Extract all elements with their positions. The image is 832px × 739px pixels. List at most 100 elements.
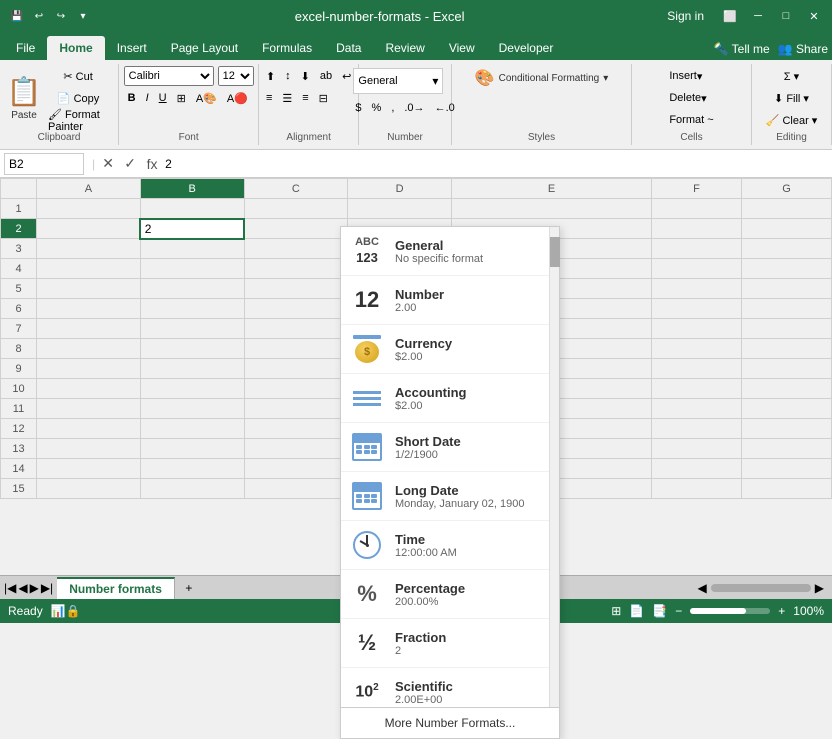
cell-A14[interactable] — [37, 459, 141, 479]
cell-G2[interactable] — [742, 219, 832, 239]
cell-A15[interactable] — [37, 479, 141, 499]
cell-C2[interactable] — [244, 219, 348, 239]
save-icon[interactable]: 💾 — [8, 7, 26, 25]
cell-B9[interactable] — [140, 359, 244, 379]
cell-G13[interactable] — [742, 439, 832, 459]
orientation-button[interactable]: ab — [316, 66, 336, 86]
cell-G6[interactable] — [742, 299, 832, 319]
tab-home[interactable]: Home — [47, 36, 104, 60]
scrollbar-thumb[interactable] — [550, 237, 560, 267]
cell-A6[interactable] — [37, 299, 141, 319]
signin-button[interactable]: Sign in — [667, 9, 704, 23]
cell-B7[interactable] — [140, 319, 244, 339]
sheet-nav-last[interactable]: ▶| — [41, 581, 53, 595]
cell-F13[interactable] — [652, 439, 742, 459]
cell-B14[interactable] — [140, 459, 244, 479]
cell-G15[interactable] — [742, 479, 832, 499]
formula-input[interactable] — [161, 157, 828, 171]
format-item-fraction[interactable]: ½Fraction2 — [341, 619, 549, 668]
customize-icon[interactable]: ▾ — [74, 7, 92, 25]
cell-A13[interactable] — [37, 439, 141, 459]
zoom-out-icon[interactable]: − — [675, 604, 682, 618]
cell-F9[interactable] — [652, 359, 742, 379]
delete-button[interactable]: Delete ▾ — [665, 88, 710, 108]
percent-style-button[interactable]: % — [368, 98, 386, 118]
number-format-selector[interactable]: General ▾ — [353, 68, 443, 94]
cell-B2[interactable]: 2 — [140, 219, 244, 239]
cell-C1[interactable] — [244, 199, 348, 219]
cell-C8[interactable] — [244, 339, 348, 359]
align-middle-button[interactable]: ↕ — [281, 66, 295, 86]
insert-button[interactable]: Insert ▾ — [665, 66, 706, 86]
comma-style-button[interactable]: , — [387, 98, 398, 118]
cut-button[interactable]: ✂ Cut — [44, 66, 112, 86]
tab-review[interactable]: Review — [373, 36, 436, 60]
view-page-break-icon[interactable]: 📑 — [652, 604, 667, 618]
cell-F11[interactable] — [652, 399, 742, 419]
cell-D1[interactable] — [348, 199, 452, 219]
cell-B5[interactable] — [140, 279, 244, 299]
sheet-tab-number-formats[interactable]: Number formats — [57, 577, 175, 599]
close-button[interactable]: ✕ — [804, 6, 824, 26]
cell-B13[interactable] — [140, 439, 244, 459]
cell-B11[interactable] — [140, 399, 244, 419]
cell-A9[interactable] — [37, 359, 141, 379]
cell-G1[interactable] — [742, 199, 832, 219]
cell-G7[interactable] — [742, 319, 832, 339]
align-bottom-button[interactable]: ⬇ — [297, 66, 314, 86]
cell-A7[interactable] — [37, 319, 141, 339]
copy-button[interactable]: 📄 Copy — [44, 88, 112, 108]
format-item-long_date[interactable]: Long DateMonday, January 02, 1900 — [341, 472, 549, 521]
cell-A4[interactable] — [37, 259, 141, 279]
cell-A12[interactable] — [37, 419, 141, 439]
sheet-nav-next[interactable]: ▶ — [30, 581, 39, 595]
cell-A8[interactable] — [37, 339, 141, 359]
cell-F2[interactable] — [652, 219, 742, 239]
format-button[interactable]: Format ~ — [665, 110, 717, 130]
align-top-button[interactable]: ⬆ — [262, 66, 279, 86]
cell-C3[interactable] — [244, 239, 348, 259]
cell-A1[interactable] — [37, 199, 141, 219]
cell-F15[interactable] — [652, 479, 742, 499]
underline-button[interactable]: U — [155, 88, 171, 108]
paste-button[interactable]: 📋 Paste — [6, 68, 42, 128]
cell-B8[interactable] — [140, 339, 244, 359]
cell-C6[interactable] — [244, 299, 348, 319]
cell-F8[interactable] — [652, 339, 742, 359]
cell-G4[interactable] — [742, 259, 832, 279]
format-painter-button[interactable]: 🖌 Format Painter — [44, 110, 112, 130]
border-button[interactable]: ⊞ — [173, 88, 190, 108]
cell-F3[interactable] — [652, 239, 742, 259]
format-item-currency[interactable]: $ Currency$2.00 — [341, 325, 549, 374]
cell-B6[interactable] — [140, 299, 244, 319]
font-color-button[interactable]: A🔴 — [223, 88, 252, 108]
format-item-time[interactable]: Time12:00:00 AM — [341, 521, 549, 570]
align-center-button[interactable]: ☰ — [278, 88, 296, 108]
cell-E1[interactable] — [452, 199, 652, 219]
cell-C9[interactable] — [244, 359, 348, 379]
cell-C4[interactable] — [244, 259, 348, 279]
tab-formulas[interactable]: Formulas — [250, 36, 324, 60]
cell-F4[interactable] — [652, 259, 742, 279]
currency-style-button[interactable]: $ — [351, 98, 365, 118]
cell-C11[interactable] — [244, 399, 348, 419]
cell-A10[interactable] — [37, 379, 141, 399]
format-item-scientific[interactable]: 102Scientific2.00E+00 — [341, 668, 549, 707]
name-box[interactable] — [4, 153, 84, 175]
cell-G12[interactable] — [742, 419, 832, 439]
cell-F14[interactable] — [652, 459, 742, 479]
ribbon-display-icon[interactable]: ⬜ — [720, 6, 740, 26]
increase-decimal-button[interactable]: .0→ — [400, 98, 428, 118]
cell-F10[interactable] — [652, 379, 742, 399]
view-normal-icon[interactable]: ⊞ — [611, 604, 621, 618]
clear-button[interactable]: 🧹 Clear ▾ — [762, 110, 822, 130]
cell-B4[interactable] — [140, 259, 244, 279]
cell-C7[interactable] — [244, 319, 348, 339]
tab-page-layout[interactable]: Page Layout — [159, 36, 250, 60]
cell-G10[interactable] — [742, 379, 832, 399]
cell-A2[interactable] — [37, 219, 141, 239]
cell-C13[interactable] — [244, 439, 348, 459]
bold-button[interactable]: B — [124, 88, 140, 108]
zoom-in-icon[interactable]: + — [778, 604, 785, 618]
decrease-decimal-button[interactable]: ←.0 — [431, 98, 459, 118]
